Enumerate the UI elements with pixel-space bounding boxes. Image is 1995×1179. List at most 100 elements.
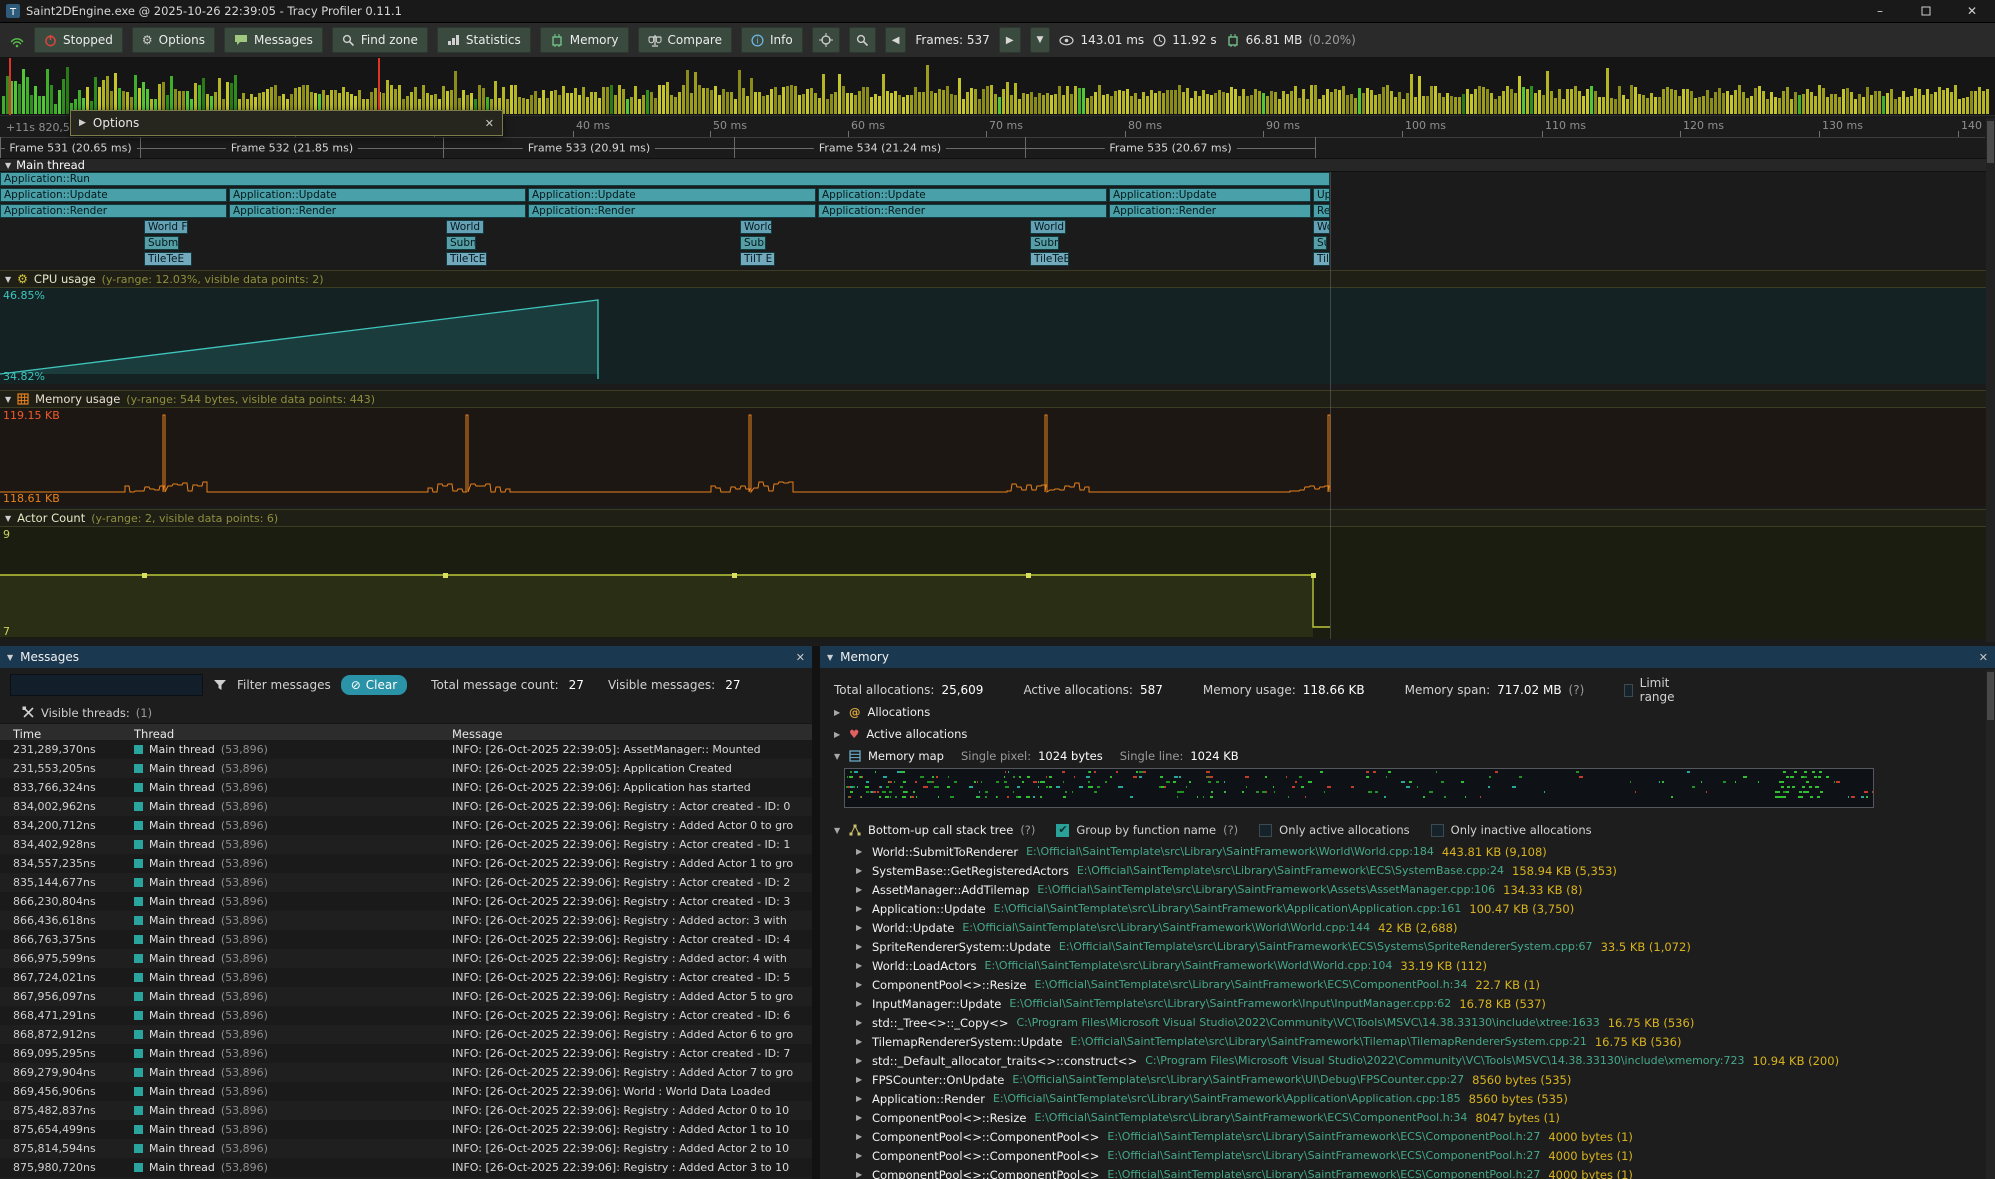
message-row[interactable]: 231,553,205nsMain thread(53,896)INFO: [2… <box>0 759 812 778</box>
message-row[interactable]: 867,956,097nsMain thread(53,896)INFO: [2… <box>0 987 812 1006</box>
frame-histogram[interactable] <box>0 58 1995 116</box>
memory-close-icon[interactable]: ✕ <box>1979 651 1988 664</box>
options-button[interactable]: ⚙ Options <box>132 27 215 53</box>
message-row[interactable]: 834,200,712nsMain thread(53,896)INFO: [2… <box>0 816 812 835</box>
chevron-right-icon[interactable]: ▶ <box>834 708 842 717</box>
zone-bar[interactable]: Subm <box>446 236 476 250</box>
panel-divider[interactable] <box>812 646 820 1179</box>
help-icon[interactable]: (?) <box>1223 823 1238 837</box>
cpu-plot[interactable]: 46.85% 34.82% <box>0 288 1995 384</box>
goto-frame-button[interactable] <box>812 27 840 53</box>
message-row[interactable]: 833,766,324nsMain thread(53,896)INFO: [2… <box>0 778 812 797</box>
message-row[interactable]: 868,471,291nsMain thread(53,896)INFO: [2… <box>0 1006 812 1025</box>
messages-button[interactable]: Messages <box>224 27 323 53</box>
zone-bar[interactable]: Application::Render <box>528 204 816 218</box>
column-message[interactable]: Message <box>452 727 502 741</box>
group-by-function-checkbox[interactable] <box>1056 824 1069 837</box>
prev-frame-button[interactable]: ◀ <box>885 27 907 53</box>
options-popup-close-icon[interactable]: ✕ <box>485 117 494 130</box>
only-active-checkbox[interactable] <box>1259 824 1272 837</box>
cpu-usage-header[interactable]: ▼ ⚙ CPU usage (y-range: 12.03%, visible … <box>0 270 1995 288</box>
message-row[interactable]: 867,724,021nsMain thread(53,896)INFO: [2… <box>0 968 812 987</box>
message-row[interactable]: 875,654,499nsMain thread(53,896)INFO: [2… <box>0 1120 812 1139</box>
chevron-down-icon[interactable]: ▼ <box>834 826 842 835</box>
memory-scrollbar[interactable] <box>1986 670 1995 1179</box>
frame-marker[interactable]: Frame 532 (21.85 ms) <box>140 137 444 158</box>
memory-panel-header[interactable]: ▼ Memory ✕ <box>820 646 1995 668</box>
callstack-row[interactable]: ▶ComponentPool<>::ComponentPool<>E:\Offi… <box>820 1127 1985 1146</box>
message-row[interactable]: 834,002,962nsMain thread(53,896)INFO: [2… <box>0 797 812 816</box>
message-row[interactable]: 875,482,837nsMain thread(53,896)INFO: [2… <box>0 1101 812 1120</box>
zone-bar[interactable]: Sul <box>1313 236 1327 250</box>
callstack-row[interactable]: ▶ComponentPool<>::ComponentPool<>E:\Offi… <box>820 1165 1985 1179</box>
zone-bar[interactable]: Application::Render <box>229 204 526 218</box>
message-row[interactable]: 835,144,677nsMain thread(53,896)INFO: [2… <box>0 873 812 892</box>
callstack-row[interactable]: ▶FPSCounter::OnUpdateE:\Official\SaintTe… <box>820 1070 1985 1089</box>
zone-bar[interactable]: TilT E <box>740 252 775 266</box>
memory-button[interactable]: Memory <box>540 27 629 53</box>
limit-range-checkbox[interactable] <box>1624 684 1632 697</box>
zone-bar[interactable]: Application::Run <box>0 172 1330 186</box>
message-row[interactable]: 868,872,912nsMain thread(53,896)INFO: [2… <box>0 1025 812 1044</box>
search-button[interactable] <box>849 27 876 53</box>
message-row[interactable]: 834,402,928nsMain thread(53,896)INFO: [2… <box>0 835 812 854</box>
column-time[interactable]: Time <box>13 727 41 741</box>
zone-bar[interactable]: Application::Render <box>0 204 227 218</box>
statistics-button[interactable]: Statistics <box>437 27 531 53</box>
zone-bar[interactable]: World <box>740 220 772 234</box>
zone-bar[interactable]: World <box>1030 220 1066 234</box>
messages-close-icon[interactable]: ✕ <box>796 651 805 664</box>
scrollbar-thumb[interactable] <box>1987 121 1994 163</box>
zone-bar[interactable]: Tile <box>1313 252 1330 266</box>
minimize-button[interactable]: – <box>1857 0 1903 22</box>
zone-bar[interactable]: Submit <box>144 236 179 250</box>
message-row[interactable]: 866,975,599nsMain thread(53,896)INFO: [2… <box>0 949 812 968</box>
zone-bar[interactable]: Application::Render <box>1109 204 1311 218</box>
callstack-row[interactable]: ▶std::_Tree<>::_Copy<>C:\Program Files\M… <box>820 1013 1985 1032</box>
frame-dropdown-button[interactable]: ▼ <box>1030 27 1051 53</box>
find-zone-button[interactable]: Find zone <box>332 27 428 53</box>
message-row[interactable]: 875,980,720nsMain thread(53,896)INFO: [2… <box>0 1158 812 1177</box>
message-row[interactable]: 866,436,618nsMain thread(53,896)INFO: [2… <box>0 911 812 930</box>
message-row[interactable]: 866,763,375nsMain thread(53,896)INFO: [2… <box>0 930 812 949</box>
chevron-right-icon[interactable]: ▶ <box>834 730 842 739</box>
maximize-button[interactable] <box>1903 0 1949 22</box>
zone-bar[interactable]: World F <box>144 220 188 234</box>
frame-marker[interactable]: Frame 535 (20.67 ms) <box>1025 137 1316 158</box>
memory-usage-header[interactable]: ▼ Memory usage (y-range: 544 bytes, visi… <box>0 390 1995 408</box>
message-row[interactable]: 869,279,904nsMain thread(53,896)INFO: [2… <box>0 1063 812 1082</box>
frame-marker[interactable]: Frame 531 (20.65 ms) <box>0 137 141 158</box>
memory-plot[interactable]: 119.15 KB 118.61 KB <box>0 408 1995 506</box>
zone-bar[interactable]: Application::Update <box>818 188 1107 202</box>
callstack-row[interactable]: ▶Application::RenderE:\Official\SaintTem… <box>820 1089 1985 1108</box>
callstack-row[interactable]: ▶std::_Default_allocator_traits<>::const… <box>820 1051 1985 1070</box>
zone-bar[interactable]: TileTeE <box>144 252 192 266</box>
thread-header[interactable]: ▼ Main thread <box>0 158 1995 172</box>
help-icon[interactable]: (?) <box>1569 683 1585 697</box>
callstack-row[interactable]: ▶SpriteRendererSystem::UpdateE:\Official… <box>820 937 1985 956</box>
messages-panel-header[interactable]: ▼ Messages ✕ <box>0 646 812 668</box>
active-allocations-row[interactable]: ▶ ♥ Active allocations <box>820 724 1995 744</box>
message-row[interactable]: 869,456,906nsMain thread(53,896)INFO: [2… <box>0 1082 812 1101</box>
callstack-row[interactable]: ▶SystemBase::GetRegisteredActorsE:\Offic… <box>820 861 1985 880</box>
callstack-row[interactable]: ▶AssetManager::AddTilemapE:\Official\Sai… <box>820 880 1985 899</box>
callstack-row[interactable]: ▶World::SubmitToRendererE:\Official\Sain… <box>820 842 1985 861</box>
only-inactive-checkbox[interactable] <box>1431 824 1444 837</box>
zone-bar[interactable]: Re <box>1313 204 1330 218</box>
scrollbar-thumb[interactable] <box>1987 672 1994 720</box>
zone-bar[interactable]: Subm <box>740 236 766 250</box>
allocations-row[interactable]: ▶ @ Allocations <box>820 702 1995 722</box>
stopped-button[interactable]: Stopped <box>34 27 123 53</box>
callstack-row[interactable]: ▶World::LoadActorsE:\Official\SaintTempl… <box>820 956 1985 975</box>
timeline-scrollbar[interactable] <box>1986 118 1995 642</box>
compare-button[interactable]: Compare <box>638 27 732 53</box>
zone-bar[interactable]: Application::Update <box>528 188 816 202</box>
frame-marker[interactable]: Frame 533 (20.91 ms) <box>443 137 735 158</box>
actor-plot[interactable]: 9 7 <box>0 527 1995 639</box>
zone-bar[interactable]: Application::Render <box>818 204 1107 218</box>
close-button[interactable]: ✕ <box>1949 0 1995 22</box>
frame-marker[interactable]: Frame 534 (21.24 ms) <box>734 137 1026 158</box>
callstack-row[interactable]: ▶ComponentPool<>::ResizeE:\Official\Sain… <box>820 1108 1985 1127</box>
collapse-chevron-icon[interactable]: ▶ <box>79 118 86 128</box>
zone-bar[interactable]: World <box>446 220 484 234</box>
